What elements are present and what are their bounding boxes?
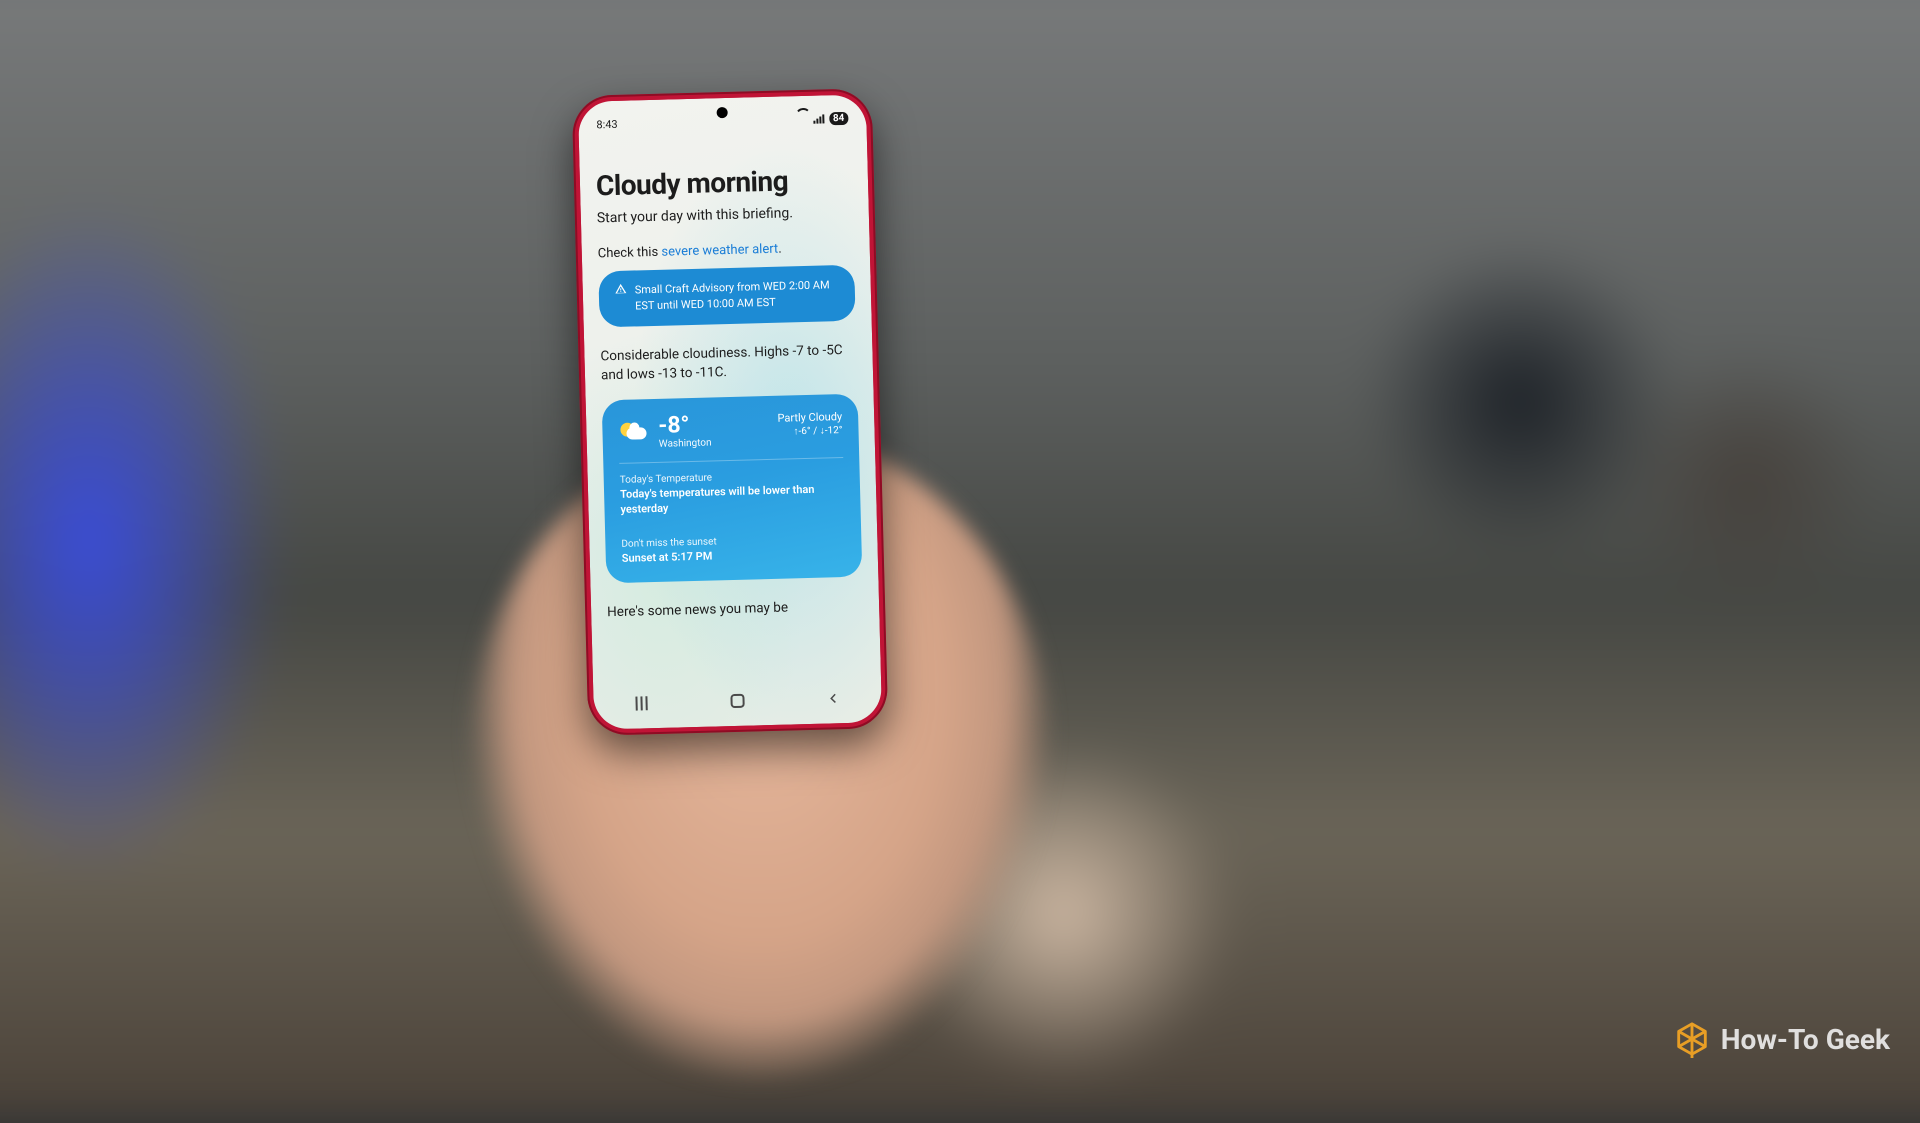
weather-card-header: -8° Washington Partly Cloudy ↑-6° / ↓-12…: [618, 409, 843, 464]
phone-device: 8:43 84 Cloudy morning Start your day wi…: [572, 88, 889, 736]
signal-icon: [813, 113, 824, 123]
forecast-summary: Considerable cloudiness. Highs -7 to -5C…: [600, 341, 857, 387]
alert-intro-line: Check this severe weather alert.: [598, 240, 854, 262]
sunset-value: Sunset at 5:17 PM: [622, 546, 846, 567]
advisory-text: Small Craft Advisory from WED 2:00 AM ES…: [635, 277, 840, 314]
sunset-section: Don't miss the sunset Sunset at 5:17 PM: [621, 522, 846, 567]
alert-intro-suffix: .: [778, 242, 782, 257]
today-temperature-section: Today's Temperature Today's temperatures…: [619, 458, 844, 518]
home-button[interactable]: [719, 690, 756, 711]
today-temp-value: Today's temperatures will be lower than …: [620, 482, 845, 518]
page-subtitle: Start your day with this briefing.: [597, 204, 853, 227]
condition-label: Partly Cloudy: [777, 409, 842, 426]
clock: 8:43: [596, 117, 618, 131]
severe-weather-link[interactable]: severe weather alert: [661, 242, 778, 260]
wifi-icon: [795, 114, 808, 124]
status-icons: 84: [795, 111, 849, 125]
recents-button[interactable]: [623, 693, 660, 714]
location-label: Washington: [659, 437, 712, 449]
weather-card[interactable]: -8° Washington Partly Cloudy ↑-6° / ↓-12…: [602, 394, 863, 583]
watermark-text: How-To Geek: [1721, 1023, 1890, 1056]
warning-icon: [615, 283, 628, 315]
page-title: Cloudy morning: [596, 163, 853, 203]
howtogeek-logo-icon: [1673, 1020, 1711, 1058]
watermark: How-To Geek: [1673, 1020, 1890, 1058]
high-low-label: ↑-6° / ↓-12°: [778, 424, 843, 440]
news-lead-text: Here's some news you may be: [607, 596, 863, 622]
current-temperature: -8°: [658, 413, 711, 437]
phone-screen: 8:43 84 Cloudy morning Start your day wi…: [578, 94, 882, 729]
briefing-content[interactable]: Cloudy morning Start your day with this …: [580, 162, 881, 685]
advisory-card[interactable]: Small Craft Advisory from WED 2:00 AM ES…: [598, 265, 855, 328]
status-bar: 8:43 84: [578, 108, 866, 134]
partly-cloudy-icon: [618, 419, 649, 446]
back-button[interactable]: [815, 688, 852, 709]
android-nav-bar: [593, 682, 882, 720]
battery-icon: 84: [829, 111, 849, 125]
alert-intro-prefix: Check this: [598, 245, 662, 262]
